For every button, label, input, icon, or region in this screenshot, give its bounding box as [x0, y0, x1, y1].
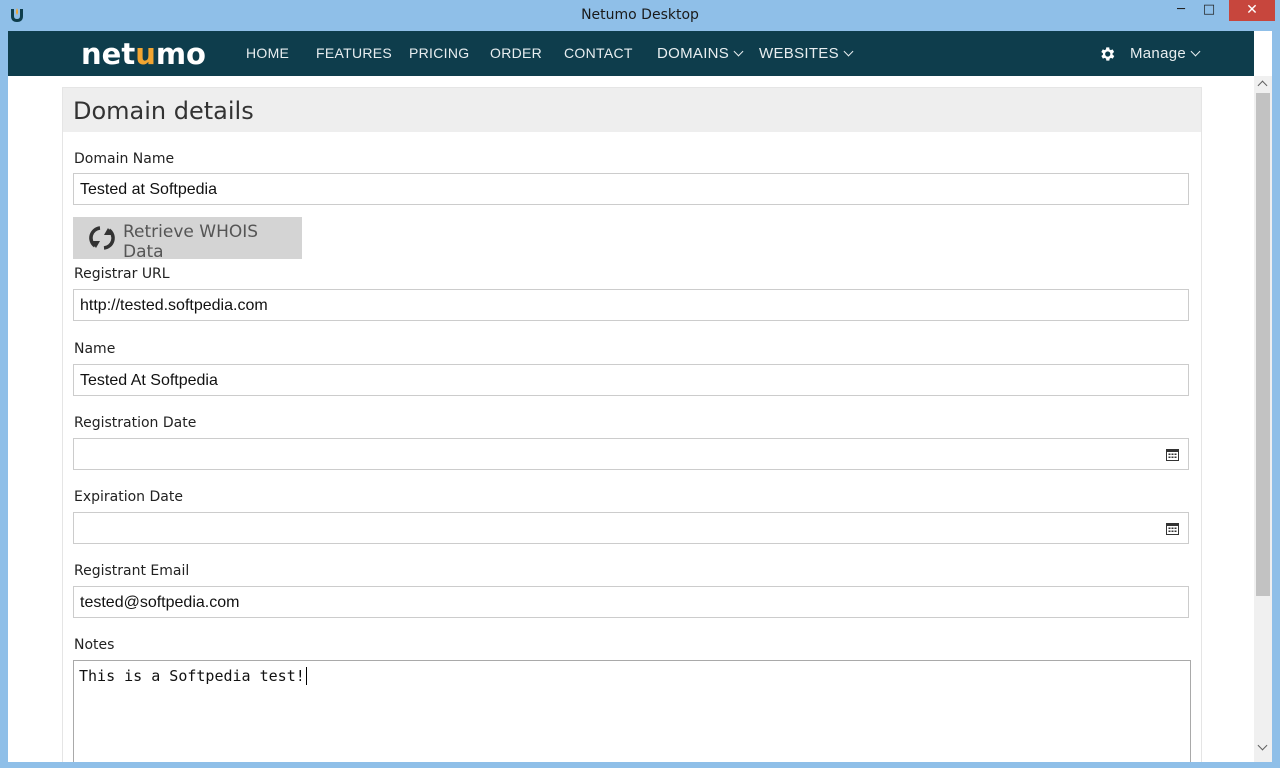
registrant-email-input[interactable]: tested@softpedia.com [73, 586, 1189, 618]
registrar-url-value: http://tested.softpedia.com [80, 297, 268, 314]
minimize-button[interactable]: ─ [1168, 0, 1194, 21]
notes-text: This is a Softpedia test! [79, 667, 305, 685]
window-title: Netumo Desktop [581, 7, 699, 23]
window-frame-left [0, 31, 8, 768]
refresh-icon [89, 226, 115, 250]
brand-part: mo [155, 37, 206, 71]
arrow-down-icon [1257, 740, 1268, 751]
panel-header: Domain details [63, 88, 1201, 132]
nav-websites-label: WEBSITES [759, 45, 839, 62]
expiration-date-input[interactable] [73, 512, 1189, 544]
gear-icon[interactable] [1098, 45, 1116, 63]
name-input[interactable]: Tested At Softpedia [73, 364, 1189, 396]
scroll-up-button[interactable] [1254, 76, 1272, 93]
close-button[interactable]: ✕ [1229, 0, 1275, 21]
nav-pricing[interactable]: PRICING [409, 45, 469, 61]
scroll-thumb[interactable] [1256, 93, 1270, 596]
registration-date-input[interactable] [73, 438, 1189, 470]
domain-details-panel: Domain details Domain Name Tested at Sof… [62, 87, 1202, 762]
scroll-down-button[interactable] [1254, 740, 1272, 757]
notes-label: Notes [74, 637, 115, 653]
nav-domains-label: DOMAINS [657, 45, 730, 62]
arrow-up-icon [1257, 80, 1268, 91]
nav-contact[interactable]: CONTACT [564, 45, 633, 61]
registrant-email-label: Registrant Email [74, 563, 190, 579]
domain-name-label: Domain Name [74, 151, 175, 167]
nav-websites-dropdown[interactable]: WEBSITES [759, 45, 854, 62]
nav-domains-dropdown[interactable]: DOMAINS [657, 45, 744, 62]
client-area: netumo HOME FEATURES PRICING ORDER CONTA… [8, 31, 1272, 762]
registrar-url-input[interactable]: http://tested.softpedia.com [73, 289, 1189, 321]
registration-date-label: Registration Date [74, 415, 197, 431]
nav-features[interactable]: FEATURES [316, 45, 392, 61]
retrieve-whois-button[interactable]: Retrieve WHOIS Data [73, 217, 302, 262]
brand-part: net [81, 37, 136, 71]
notes-value: This is a Softpedia test! [79, 667, 307, 685]
page-title: Domain details [73, 97, 254, 125]
name-label: Name [74, 341, 116, 357]
calendar-icon[interactable] [1166, 448, 1179, 461]
vertical-scrollbar[interactable] [1254, 76, 1272, 762]
domain-name-value: Tested at Softpedia [80, 181, 217, 198]
maximize-button[interactable]: □ [1196, 0, 1222, 21]
window-frame-right [1272, 31, 1280, 768]
chevron-down-icon [733, 46, 744, 57]
nav-home[interactable]: HOME [246, 45, 289, 61]
chevron-down-icon [1190, 46, 1201, 57]
expiration-date-label: Expiration Date [74, 489, 183, 505]
notes-textarea[interactable]: This is a Softpedia test! [73, 660, 1191, 762]
name-value: Tested At Softpedia [80, 372, 218, 389]
window-frame-bottom [0, 762, 1280, 768]
top-navbar: netumo HOME FEATURES PRICING ORDER CONTA… [8, 31, 1254, 76]
manage-label: Manage [1130, 45, 1187, 62]
manage-dropdown[interactable]: Manage [1130, 45, 1201, 62]
brand-flame-letter: u [135, 37, 156, 71]
retrieve-whois-label: Retrieve WHOIS Data [123, 222, 259, 262]
netumo-logo[interactable]: netumo [81, 37, 206, 71]
registrant-email-value: tested@softpedia.com [80, 594, 240, 611]
text-caret [305, 667, 307, 685]
nav-order[interactable]: ORDER [490, 45, 542, 61]
domain-name-input[interactable]: Tested at Softpedia [73, 173, 1189, 205]
calendar-icon[interactable] [1166, 522, 1179, 535]
window-titlebar[interactable]: Netumo Desktop ─ □ ✕ [0, 0, 1280, 31]
chevron-down-icon [843, 46, 854, 57]
registrar-url-label: Registrar URL [74, 266, 170, 282]
